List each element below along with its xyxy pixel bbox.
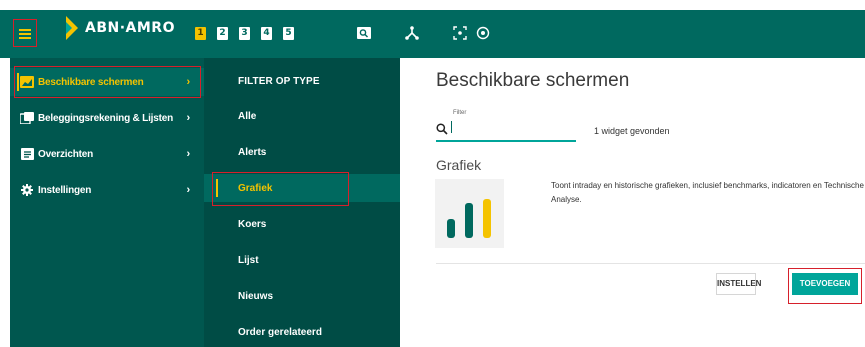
workspace-button-3[interactable]: 3 xyxy=(239,27,250,40)
shield-logo-icon xyxy=(66,16,78,40)
filter-input[interactable] xyxy=(453,120,573,136)
filter-item-label: Alerts xyxy=(238,146,267,158)
logo-text: ABN·AMRO xyxy=(85,20,175,36)
workspace-button-1[interactable]: 1 xyxy=(195,27,206,40)
workspace-buttons: 1 2 3 4 5 xyxy=(195,27,305,40)
bar-chart-icon xyxy=(447,199,491,238)
network-icon[interactable] xyxy=(403,24,421,42)
filter-item-koers[interactable]: Koers xyxy=(204,210,400,238)
left-navigation: Beschikbare schermen › Beleggingsrekenin… xyxy=(10,58,204,347)
filter-item-alerts[interactable]: Alerts xyxy=(204,138,400,166)
chevron-right-icon: › xyxy=(186,112,191,124)
copy-icon xyxy=(20,112,34,124)
filter-item-label: Nieuws xyxy=(238,290,274,302)
workspace-button-5[interactable]: 5 xyxy=(283,27,294,40)
chevron-right-icon: › xyxy=(186,148,191,160)
filter-item-lijst[interactable]: Lijst xyxy=(204,246,400,274)
target-icon[interactable] xyxy=(474,24,492,42)
focus-icon[interactable] xyxy=(451,24,469,42)
top-strip xyxy=(0,0,865,10)
filter-item-label: Lijst xyxy=(238,254,259,266)
sidebar-item-label: Instellingen xyxy=(38,184,92,196)
list-icon xyxy=(20,148,34,160)
sidebar-item-overzichten[interactable]: Overzichten › xyxy=(10,140,204,168)
page-title: Beschikbare schermen xyxy=(436,70,630,91)
filter-item-nieuws[interactable]: Nieuws xyxy=(204,282,400,310)
instellen-button[interactable]: INSTELLEN xyxy=(716,273,761,295)
filter-field[interactable]: Filter xyxy=(436,110,576,142)
filter-item-label: Order gerelateerd xyxy=(238,326,322,338)
gear-icon xyxy=(20,184,34,196)
widget-description: Toont intraday en historische grafieken,… xyxy=(551,181,864,204)
divider xyxy=(436,263,865,264)
highlight-add-button xyxy=(788,268,862,304)
filter-item-alle[interactable]: Alle xyxy=(204,102,400,130)
chevron-right-icon: › xyxy=(186,184,191,196)
sidebar-item-label: Overzichten xyxy=(38,148,94,160)
sidebar-item-beleggingsrekening[interactable]: Beleggingsrekening & Lijsten › xyxy=(10,104,204,132)
highlight-sidebar-item xyxy=(14,66,201,98)
filter-item-order-gerelateerd[interactable]: Order gerelateerd xyxy=(204,318,400,346)
workspace-button-4[interactable]: 4 xyxy=(261,27,272,40)
sidebar-item-instellingen[interactable]: Instellingen › xyxy=(10,176,204,204)
workspace-button-2[interactable]: 2 xyxy=(217,27,228,40)
highlight-menu-button xyxy=(13,19,37,47)
search-icon[interactable] xyxy=(355,24,373,42)
filter-item-label: Alle xyxy=(238,110,257,122)
filter-title: FILTER OP TYPE xyxy=(238,76,320,87)
filter-field-label: Filter xyxy=(453,110,467,116)
result-count: 1 widget gevonden xyxy=(594,126,670,136)
sidebar-item-label: Beleggingsrekening & Lijsten xyxy=(38,112,173,124)
search-icon xyxy=(436,122,448,135)
filter-item-label: Koers xyxy=(238,218,267,230)
abn-amro-logo: ABN·AMRO xyxy=(66,14,175,42)
text-caret xyxy=(451,121,452,133)
widget-thumbnail[interactable] xyxy=(435,179,504,248)
widget-title: Grafiek xyxy=(436,157,482,173)
highlight-filter-item xyxy=(212,172,349,206)
